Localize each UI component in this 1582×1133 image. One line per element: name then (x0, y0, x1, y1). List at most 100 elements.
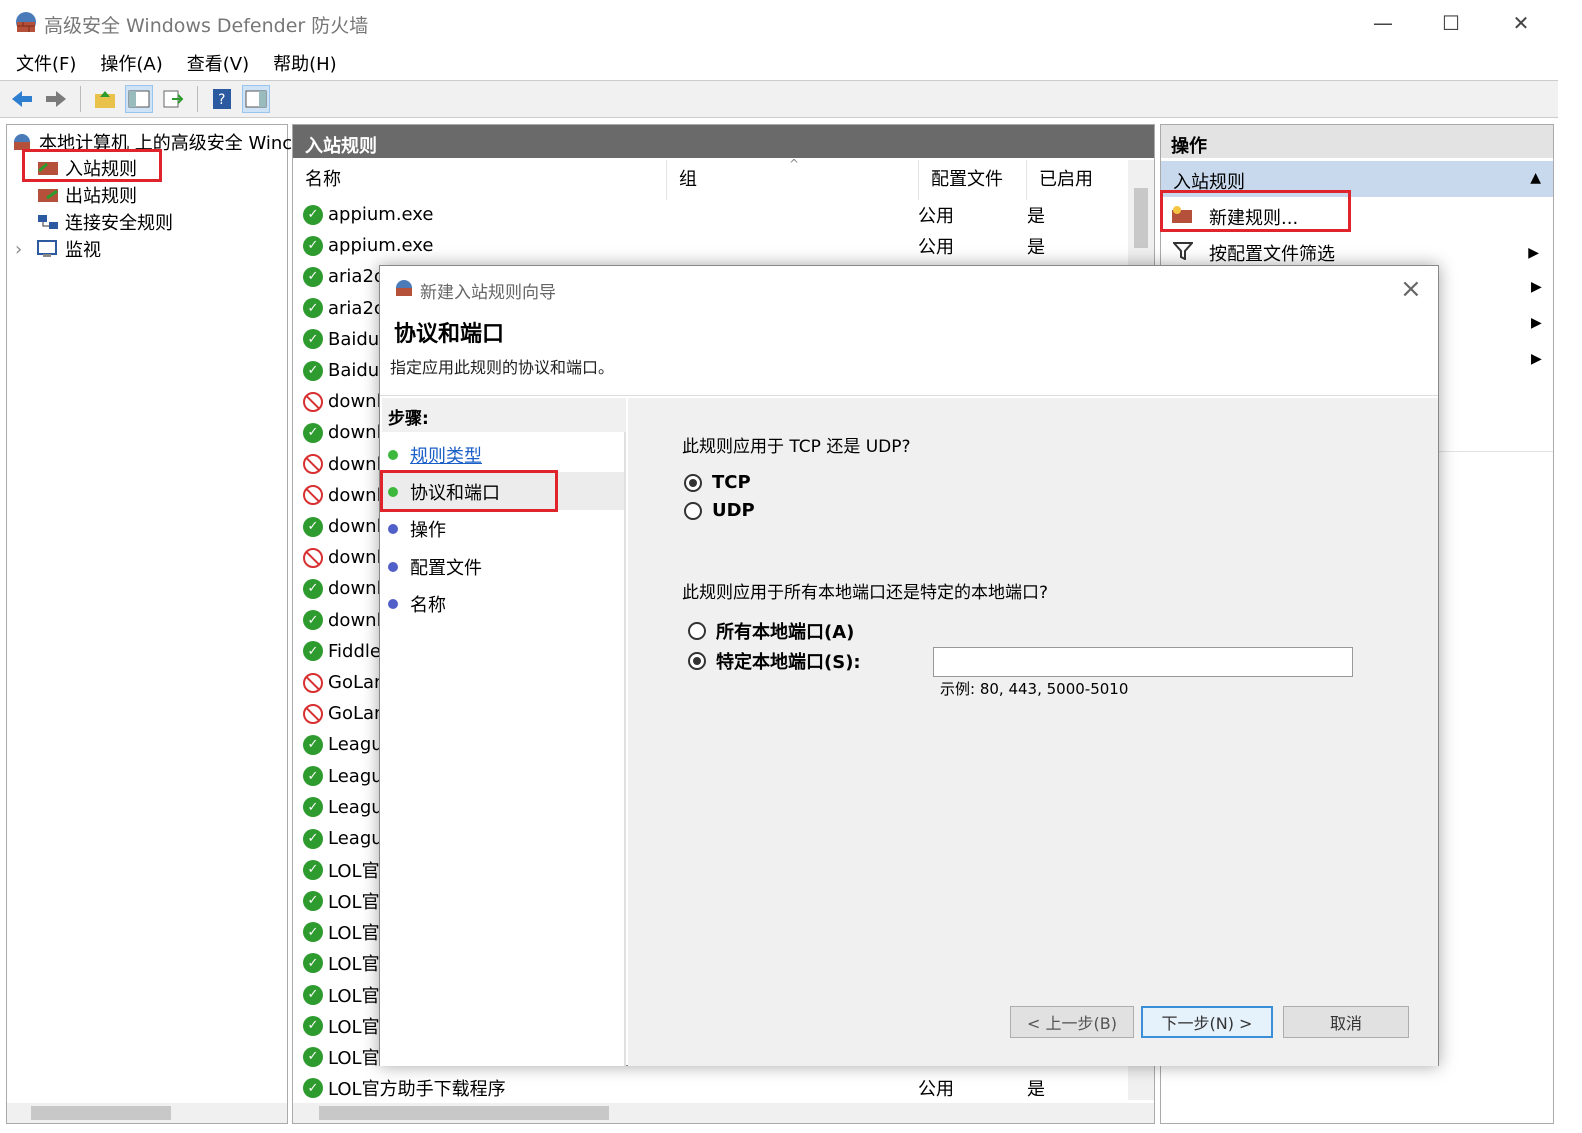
connection-security-icon (37, 213, 59, 231)
menu-help[interactable]: 帮助(H) (273, 50, 337, 76)
close-button[interactable]: ✕ (1498, 6, 1544, 40)
specific-ports-input[interactable] (933, 647, 1353, 677)
back-button[interactable]: < 上一步(B) (1010, 1006, 1134, 1038)
radio-circle-checked[interactable] (684, 473, 702, 492)
allow-check-icon: ✓ (303, 734, 323, 755)
show-hide-action-pane-icon[interactable] (242, 85, 270, 113)
radio-circle-checked[interactable] (688, 652, 706, 670)
allow-check-icon: ✓ (303, 890, 323, 911)
table-row[interactable]: ✓ appium.exe 公用 是 (293, 199, 1128, 230)
scrollbar-thumb[interactable] (319, 1106, 609, 1120)
up-folder-icon[interactable] (91, 85, 119, 113)
step-rule-type[interactable]: 规则类型 (388, 442, 482, 468)
allow-check-icon: ✓ (303, 1046, 323, 1067)
rule-enabled: 是 (1027, 236, 1045, 258)
tree-item-outbound-rules[interactable]: 出站规则 (37, 182, 137, 208)
tree-item-connection-security-rules[interactable]: 连接安全规则 (37, 209, 173, 235)
tree-item-monitoring[interactable]: › 监视 (15, 236, 101, 262)
step-label: 名称 (410, 595, 446, 616)
firewall-app-icon (14, 10, 38, 34)
radio-all-ports[interactable]: 所有本地端口(A) (688, 618, 854, 644)
step-label[interactable]: 规则类型 (410, 442, 482, 468)
collapse-icon[interactable]: ▲ (1530, 170, 1541, 186)
window-title: 高级安全 Windows Defender 防火墙 (44, 15, 369, 37)
list-horizontal-scrollbar[interactable] (293, 1103, 1154, 1123)
show-hide-tree-icon[interactable] (125, 85, 153, 113)
column-profile[interactable]: 配置文件 (919, 160, 1027, 200)
rule-profile: 公用 (918, 1079, 954, 1101)
radio-udp[interactable]: UDP (684, 500, 755, 521)
help-icon[interactable]: ? (208, 85, 236, 113)
ports-example-hint: 示例: 80, 443, 5000-5010 (940, 680, 1129, 698)
column-enabled[interactable]: 已启用 (1027, 160, 1128, 200)
scrollbar-thumb[interactable] (1134, 188, 1148, 248)
block-icon (303, 672, 323, 693)
navigation-tree: 本地计算机 上的高级安全 Winc 入站规则 出站规则 连接安全规则 › 监视 (6, 124, 292, 1124)
tree-item-inbound-rules[interactable]: 入站规则 (37, 155, 137, 181)
radio-circle[interactable] (688, 622, 706, 640)
step-done-dot-icon (388, 450, 398, 460)
menu-view[interactable]: 查看(V) (187, 50, 249, 76)
back-arrow-icon[interactable] (8, 85, 36, 113)
export-list-icon[interactable] (159, 85, 187, 113)
column-name[interactable]: 名称 (293, 160, 667, 200)
actions-section-inbound[interactable]: 入站规则 ▲ (1161, 161, 1553, 197)
minimize-button[interactable]: — (1360, 6, 1406, 40)
next-button[interactable]: 下一步(N) > (1141, 1006, 1273, 1038)
allow-check-icon: ✓ (303, 329, 323, 350)
tree-horizontal-scrollbar[interactable] (7, 1103, 287, 1123)
step-protocol-ports: 协议和端口 (388, 479, 500, 505)
allow-check-icon: ✓ (303, 422, 323, 443)
step-label: 协议和端口 (410, 483, 500, 504)
radio-label: 所有本地端口(A) (716, 622, 855, 643)
menu-action[interactable]: 操作(A) (100, 50, 162, 76)
allow-check-icon: ✓ (303, 235, 323, 256)
table-row[interactable]: ✓ LOL官方助手下载程序 公用 是 (293, 1073, 1128, 1104)
scrollbar-thumb[interactable] (31, 1106, 171, 1120)
allow-check-icon: ✓ (303, 516, 323, 537)
submenu-arrow-icon: ▶ (1528, 245, 1539, 261)
step-pending-dot-icon (388, 562, 398, 572)
submenu-arrow-icon[interactable]: ▶ (1531, 279, 1542, 295)
table-row[interactable]: ✓ appium.exe 公用 是 (293, 230, 1128, 261)
block-icon (303, 485, 323, 506)
action-new-rule[interactable]: 新建规则... (1161, 199, 1553, 235)
firewall-computer-icon (11, 133, 33, 151)
action-label: 按配置文件筛选 (1209, 244, 1335, 265)
maximize-button[interactable]: ☐ (1428, 6, 1474, 40)
submenu-arrow-icon[interactable]: ▶ (1531, 351, 1542, 367)
step-name: 名称 (388, 591, 446, 617)
radio-specific-ports[interactable]: 特定本地端口(S): (688, 648, 861, 674)
rule-enabled: 是 (1027, 205, 1045, 227)
forward-arrow-icon[interactable] (42, 85, 70, 113)
column-headers: 名称 组 配置文件 已启用 (293, 160, 1128, 200)
allow-check-icon: ✓ (303, 266, 323, 287)
toolbar-divider (80, 86, 81, 112)
tree-root[interactable]: 本地计算机 上的高级安全 Winc (11, 129, 292, 155)
wizard-steps: 步骤: 规则类型 协议和端口 操作 配置文件 名称 (380, 398, 626, 1066)
block-icon (303, 547, 323, 568)
tree-item-label: 连接安全规则 (65, 213, 173, 234)
new-inbound-rule-wizard: 新建入站规则向导 × 协议和端口 指定应用此规则的协议和端口。 步骤: 规则类型… (379, 265, 1439, 1066)
allow-check-icon: ✓ (303, 578, 323, 599)
menu-file[interactable]: 文件(F) (16, 50, 76, 76)
allow-check-icon: ✓ (303, 1015, 323, 1036)
allow-check-icon: ✓ (303, 360, 323, 381)
steps-title: 步骤: (388, 409, 429, 429)
radio-circle[interactable] (684, 501, 702, 520)
step-action: 操作 (388, 516, 446, 542)
close-icon[interactable]: × (1400, 274, 1422, 304)
step-current-dot-icon (388, 487, 398, 497)
submenu-arrow-icon[interactable]: ▶ (1531, 315, 1542, 331)
inbound-rules-icon (37, 159, 59, 177)
tree-item-label: 监视 (65, 240, 101, 261)
radio-label: TCP (712, 472, 751, 493)
rule-profile: 公用 (918, 236, 954, 258)
chevron-right-icon[interactable]: › (15, 239, 31, 260)
cancel-button[interactable]: 取消 (1283, 1006, 1409, 1038)
monitoring-icon (37, 240, 59, 258)
allow-check-icon: ✓ (303, 797, 323, 818)
allow-check-icon: ✓ (303, 859, 323, 880)
radio-tcp[interactable]: TCP (684, 472, 751, 493)
wizard-content: 此规则应用于 TCP 还是 UDP? TCP UDP 此规则应用于所有本地端口还… (628, 398, 1438, 1066)
